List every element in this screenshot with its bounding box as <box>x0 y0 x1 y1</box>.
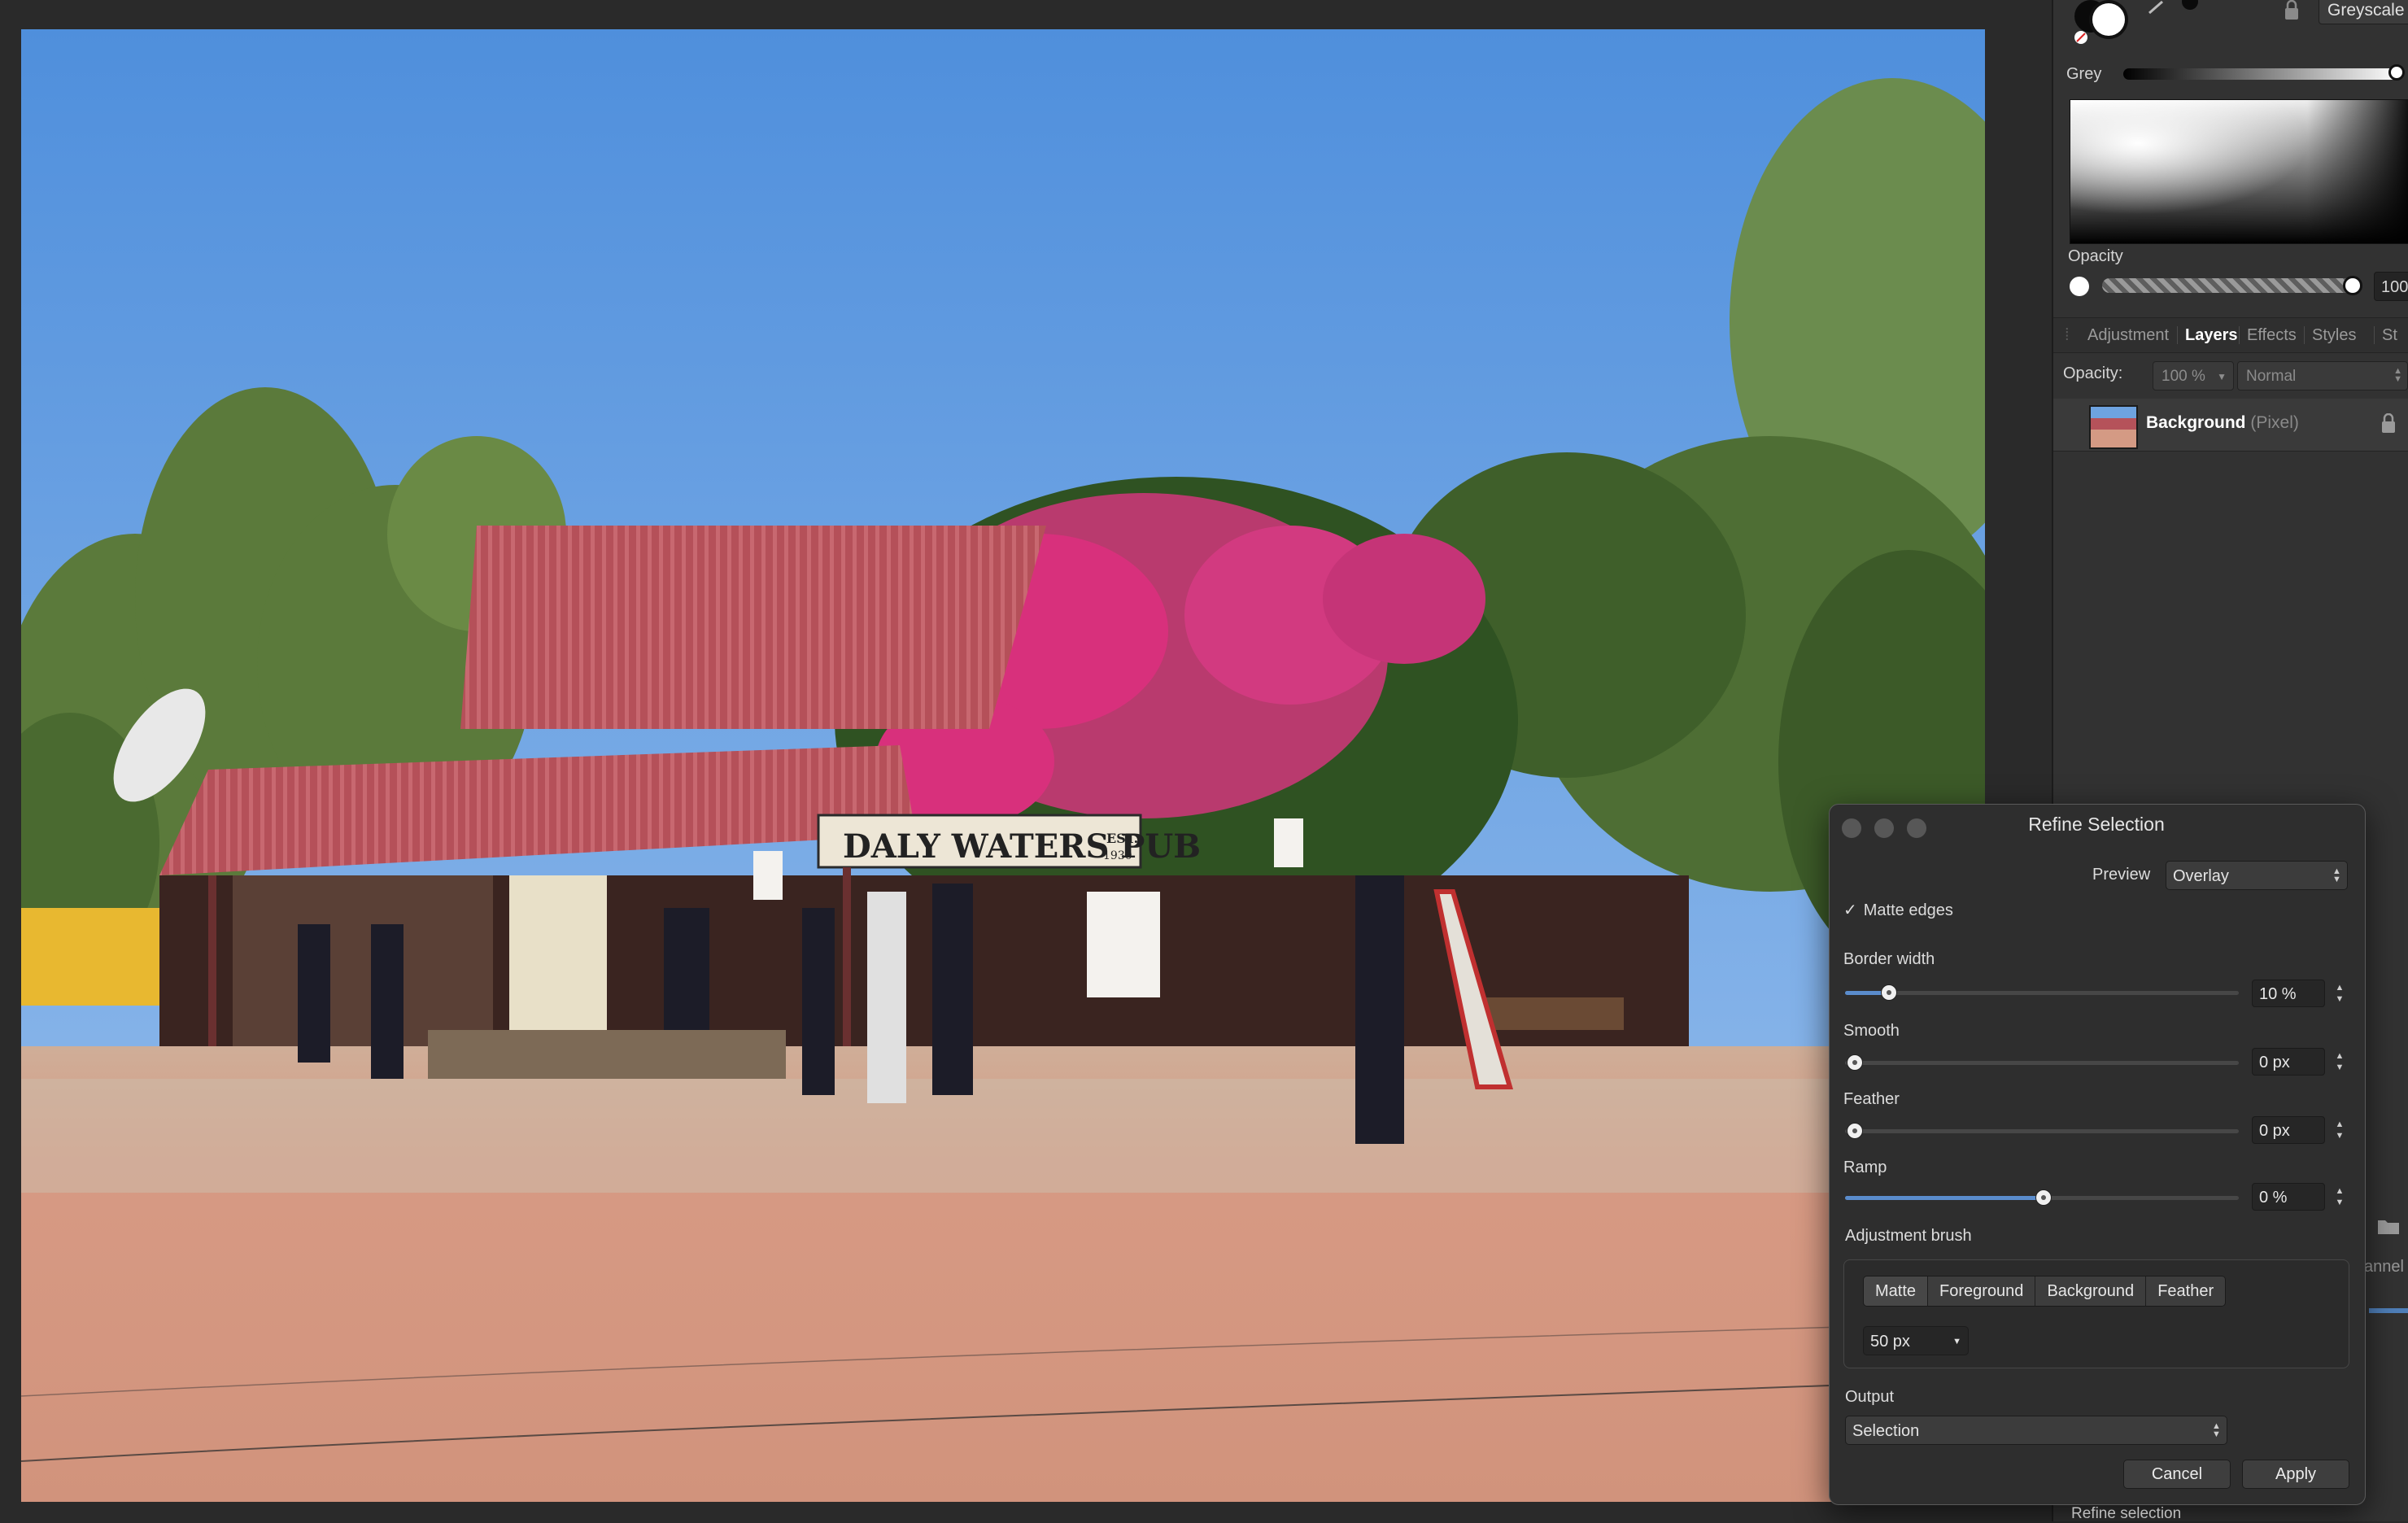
color-picker-box[interactable] <box>2070 99 2408 244</box>
output-value: Selection <box>1852 1422 1920 1440</box>
status-hint: Refine selection <box>2071 1505 2182 1522</box>
feather-stepper[interactable]: ▲ ▼ <box>2332 1116 2348 1144</box>
smooth-slider[interactable] <box>1845 1061 2239 1065</box>
opacity-label: Opacity <box>2068 247 2123 265</box>
adjustment-brush-label: Adjustment brush <box>1845 1227 1972 1245</box>
layer-thumbnail <box>2089 405 2138 449</box>
ramp-label: Ramp <box>1843 1159 1887 1176</box>
lock-icon[interactable] <box>2283 0 2301 21</box>
brush-size-field[interactable]: 50 px ▼ <box>1863 1326 1969 1355</box>
opacity-slider[interactable] <box>2102 278 2354 293</box>
layer-opacity-label: Opacity: <box>2063 364 2123 382</box>
output-dropdown[interactable]: Selection ▲ ▼ <box>1845 1416 2227 1445</box>
layer-type-text: (Pixel) <box>2250 413 2299 432</box>
brush-mode-segmented: Matte Foreground Background Feather <box>1863 1276 2227 1307</box>
preview-label: Preview <box>2092 866 2151 884</box>
dropdown-caret-icon: ▼ <box>1952 1337 1961 1346</box>
check-icon: ✓ <box>1843 901 1857 919</box>
border-width-stepper[interactable]: ▲ ▼ <box>2332 980 2348 1007</box>
ramp-fill <box>1845 1196 2044 1200</box>
tabbar-grip-icon[interactable]: ⁞ <box>2065 318 2070 352</box>
tab-stock[interactable]: St <box>2382 318 2397 352</box>
layer-opacity-value: 100 % <box>2162 368 2205 385</box>
grey-slider-thumb[interactable] <box>2388 64 2405 81</box>
folder-icon[interactable] <box>2377 1217 2400 1235</box>
feather-slider[interactable] <box>1845 1129 2239 1133</box>
eyedropper-icon[interactable] <box>2148 0 2205 16</box>
pub-photo: DALY WATERS PUB EST. 1930 <box>21 29 1985 1502</box>
layer-opacity-field[interactable]: 100 % ▼ <box>2153 361 2234 391</box>
layer-lock-icon[interactable] <box>2380 413 2397 434</box>
feather-label: Feather <box>1843 1090 1900 1108</box>
dropdown-caret-icon: ▼ <box>2217 371 2227 382</box>
tab-adjustment[interactable]: Adjustment <box>2087 318 2169 352</box>
smooth-thumb[interactable] <box>1847 1054 1863 1071</box>
updown-icon: ▲ ▼ <box>2332 866 2341 884</box>
ramp-value[interactable]: 0 % <box>2252 1183 2325 1211</box>
brush-size-value: 50 px <box>1870 1333 1910 1351</box>
preview-dropdown[interactable]: Overlay ▲ ▼ <box>2166 861 2348 890</box>
smooth-stepper[interactable]: ▲ ▼ <box>2332 1048 2348 1076</box>
blend-mode-dropdown[interactable]: Normal ▲ ▼ <box>2237 361 2408 391</box>
channels-tab-fragment[interactable]: annel <box>2364 1258 2404 1276</box>
updown-icon: ▲ ▼ <box>2212 1421 2221 1439</box>
pub-sign-text: DALY WATERS PUB <box>843 827 1201 866</box>
layer-name: Background (Pixel) <box>2146 413 2299 433</box>
border-width-thumb[interactable] <box>1881 984 1897 1001</box>
brush-mode-matte[interactable]: Matte <box>1864 1276 1929 1306</box>
border-width-label: Border width <box>1843 950 1935 968</box>
blend-mode-value: Normal <box>2246 368 2297 385</box>
brush-mode-foreground[interactable]: Foreground <box>1928 1276 2036 1306</box>
border-width-value[interactable]: 10 % <box>2252 980 2325 1007</box>
studio-tabbar: ⁞ Adjustment Layers Effects Styles St <box>2053 317 2408 353</box>
ramp-thumb[interactable] <box>2035 1189 2052 1206</box>
cancel-button[interactable]: Cancel <box>2123 1460 2231 1489</box>
border-width-slider[interactable] <box>1845 991 2239 995</box>
opacity-slider-thumb[interactable] <box>2343 276 2362 295</box>
preview-value: Overlay <box>2173 867 2229 885</box>
apply-button[interactable]: Apply <box>2242 1460 2349 1489</box>
tab-layers[interactable]: Layers <box>2185 318 2238 352</box>
matte-edges-checkbox[interactable]: ✓ Matte edges <box>1843 900 1953 920</box>
brush-mode-background[interactable]: Background <box>2035 1276 2147 1306</box>
grey-slider[interactable] <box>2123 68 2400 80</box>
feather-thumb[interactable] <box>1847 1123 1863 1139</box>
color-swatch-icon[interactable] <box>2074 0 2128 46</box>
opacity-value-field[interactable]: 100 <box>2374 272 2408 301</box>
pub-sign-est: EST. <box>1106 831 1138 846</box>
smooth-value[interactable]: 0 px <box>2252 1048 2325 1076</box>
smooth-label: Smooth <box>1843 1022 1900 1040</box>
brush-mode-feather[interactable]: Feather <box>2146 1276 2226 1306</box>
updown-icon: ▲ ▼ <box>2393 366 2402 384</box>
dialog-title: Refine Selection <box>2028 814 2165 835</box>
tab-styles[interactable]: Styles <box>2312 318 2356 352</box>
ramp-stepper[interactable]: ▲ ▼ <box>2332 1183 2348 1211</box>
feather-value[interactable]: 0 px <box>2252 1116 2325 1144</box>
tab-effects[interactable]: Effects <box>2247 318 2297 352</box>
output-label: Output <box>1845 1388 1895 1406</box>
pub-sign-year: 1930 <box>1103 849 1132 862</box>
color-mode-dropdown[interactable]: Greyscale <box>2319 0 2408 24</box>
opacity-swatch <box>2070 277 2089 296</box>
photo-canvas[interactable]: DALY WATERS PUB EST. 1930 <box>21 29 1985 1502</box>
matte-edges-label: Matte edges <box>1863 901 1953 919</box>
channel-bar <box>2369 1308 2408 1313</box>
grey-label: Grey <box>2066 65 2102 83</box>
layer-name-text: Background <box>2146 413 2246 432</box>
